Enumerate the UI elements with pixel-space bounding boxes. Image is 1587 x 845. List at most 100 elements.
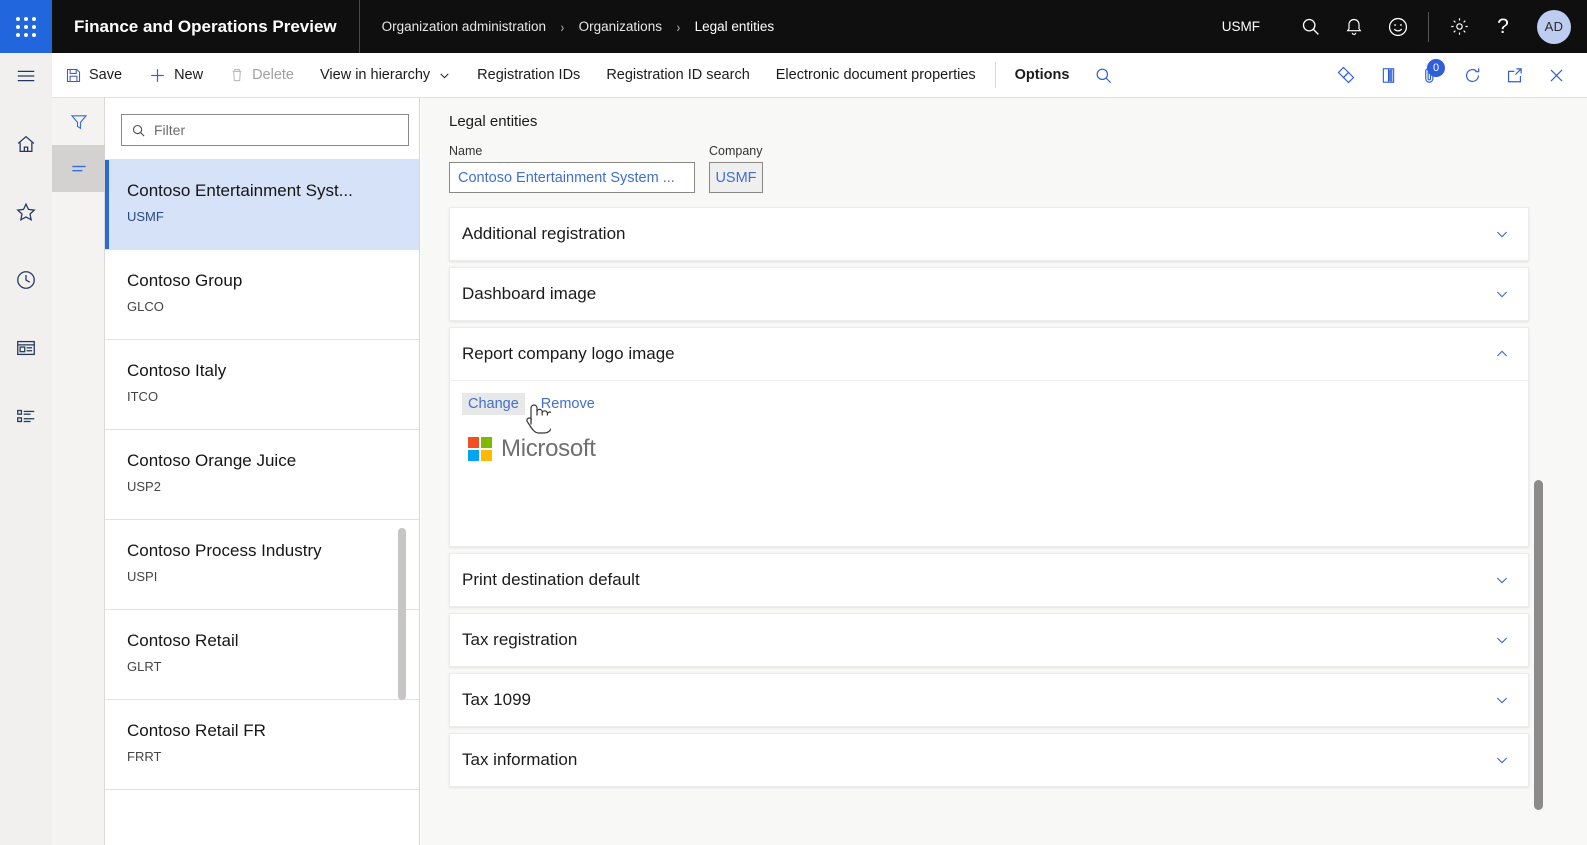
attachments-badge: 0 [1427, 58, 1445, 77]
registration-ids-button[interactable]: Registration IDs [464, 53, 593, 98]
options-button[interactable]: Options [1002, 53, 1083, 98]
section-title: Additional registration [462, 224, 626, 243]
content-scrollbar-thumb[interactable] [1534, 480, 1543, 810]
list-view-icon[interactable] [52, 145, 105, 192]
chevron-down-icon[interactable] [1494, 692, 1510, 708]
list-item[interactable]: Contoso Orange Juice USP2 [105, 430, 419, 520]
section-tax-1099: Tax 1099 [449, 673, 1529, 727]
list-item[interactable]: Contoso Process Industry USPI [105, 520, 419, 610]
change-logo-button[interactable]: Change [462, 393, 525, 415]
registration-id-search-label: Registration ID search [606, 67, 750, 83]
save-button[interactable]: Save [52, 53, 135, 98]
list-item[interactable]: Contoso Italy ITCO [105, 340, 419, 430]
filter-funnel-icon[interactable] [52, 98, 105, 145]
top-bar-actions: USMF ? AD [1222, 0, 1587, 53]
list-item[interactable]: Contoso Group GLCO [105, 250, 419, 340]
avatar[interactable]: AD [1537, 9, 1571, 44]
page-title: Legal entities [449, 113, 538, 130]
registration-id-search-button[interactable]: Registration ID search [593, 53, 762, 98]
chevron-up-icon[interactable] [1494, 346, 1510, 362]
app-launcher-waffle-icon[interactable] [0, 0, 52, 53]
list-item[interactable]: Contoso Entertainment Syst... USMF [105, 160, 419, 250]
electronic-document-properties-label: Electronic document properties [775, 67, 976, 83]
list-item-title: Contoso Orange Juice [127, 451, 297, 470]
section-header[interactable]: Additional registration [450, 208, 1528, 260]
attachments-icon[interactable]: 0 [1409, 53, 1451, 98]
section-title: Tax registration [462, 630, 578, 649]
section-header[interactable]: Print destination default [450, 554, 1528, 606]
breadcrumb: Organization administration › Organizati… [360, 0, 775, 53]
breadcrumb-item-organization-administration[interactable]: Organization administration [382, 19, 546, 34]
breadcrumb-item-organizations[interactable]: Organizations [579, 19, 662, 34]
chevron-down-icon[interactable] [1494, 572, 1510, 588]
list-item-code: GLRT [127, 659, 162, 674]
section-title: Report company logo image [462, 344, 675, 363]
breadcrumb-separator-icon: › [676, 18, 681, 35]
section-report-company-logo-image: Report company logo image Change Remove [449, 327, 1529, 547]
section-header[interactable]: Tax registration [450, 614, 1528, 666]
section-header[interactable]: Report company logo image [450, 328, 1528, 380]
sections-list: Additional registration Dashboard image … [449, 207, 1529, 787]
chevron-down-icon[interactable] [1494, 226, 1510, 242]
section-body: Change Remove Microsoft [450, 380, 1528, 546]
recent-clock-icon[interactable] [0, 257, 52, 303]
save-icon [65, 67, 82, 84]
list-item[interactable]: Contoso Retail GLRT [105, 610, 419, 700]
list-panel-rail [52, 98, 105, 845]
open-in-office-icon[interactable] [1367, 53, 1409, 98]
list-item-code: FRRT [127, 749, 162, 764]
command-search-icon[interactable] [1082, 53, 1124, 98]
breadcrumb-item-legal-entities[interactable]: Legal entities [695, 19, 775, 34]
settings-gear-icon[interactable] [1437, 0, 1481, 53]
top-bar-divider [1428, 11, 1429, 42]
section-header[interactable]: Tax 1099 [450, 674, 1528, 726]
section-header[interactable]: Dashboard image [450, 268, 1528, 320]
left-navigation-rail [0, 53, 52, 845]
workspaces-icon[interactable] [0, 325, 52, 371]
list-scrollbar-thumb[interactable] [398, 528, 406, 700]
close-icon[interactable] [1535, 53, 1577, 98]
feedback-smiley-icon[interactable] [1376, 0, 1420, 53]
header-fields: Name Contoso Entertainment System ... Co… [449, 144, 1587, 193]
delete-label: Delete [252, 67, 294, 83]
section-title: Print destination default [462, 570, 640, 589]
company-selector[interactable]: USMF [1222, 19, 1260, 34]
search-icon[interactable] [1288, 0, 1332, 53]
name-field-label: Name [449, 144, 483, 158]
company-logo-image: Microsoft [468, 435, 1528, 463]
list-item-title: Contoso Group [127, 271, 243, 290]
chevron-down-icon[interactable] [1494, 632, 1510, 648]
filter-input-wrapper[interactable] [121, 114, 409, 146]
section-tax-information: Tax information [449, 733, 1529, 787]
logo-actions: Change Remove [462, 393, 1528, 415]
view-in-hierarchy-label: View in hierarchy [320, 67, 431, 83]
list-item[interactable]: Contoso Retail FR FRRT [105, 700, 419, 790]
modules-list-icon[interactable] [0, 393, 52, 439]
plus-icon [148, 66, 167, 85]
filter-input[interactable] [154, 122, 399, 138]
chevron-down-icon[interactable] [1494, 286, 1510, 302]
personalize-diamond-icon[interactable] [1325, 53, 1367, 98]
remove-logo-button[interactable]: Remove [535, 393, 601, 415]
list-item-code: GLCO [127, 299, 164, 314]
company-field-label: Company [709, 144, 763, 158]
view-in-hierarchy-button[interactable]: View in hierarchy [307, 53, 464, 98]
section-header[interactable]: Tax information [450, 734, 1528, 786]
favorites-star-icon[interactable] [0, 189, 52, 235]
save-label: Save [89, 67, 123, 83]
list-item-code: USMF [127, 209, 164, 224]
list-item-title: Contoso Retail [127, 631, 239, 650]
popout-icon[interactable] [1493, 53, 1535, 98]
list-item-code: USP2 [127, 479, 161, 494]
home-icon[interactable] [0, 121, 52, 167]
refresh-icon[interactable] [1451, 53, 1493, 98]
notifications-bell-icon[interactable] [1332, 0, 1376, 53]
hamburger-menu-icon[interactable] [0, 53, 52, 99]
help-icon[interactable]: ? [1481, 0, 1525, 53]
chevron-down-icon[interactable] [1494, 752, 1510, 768]
name-field[interactable]: Contoso Entertainment System ... [449, 162, 695, 193]
new-button[interactable]: New [135, 53, 216, 98]
electronic-document-properties-button[interactable]: Electronic document properties [763, 53, 989, 98]
section-title: Dashboard image [462, 284, 597, 303]
app-window: Finance and Operations Preview Organizat… [0, 0, 1587, 845]
